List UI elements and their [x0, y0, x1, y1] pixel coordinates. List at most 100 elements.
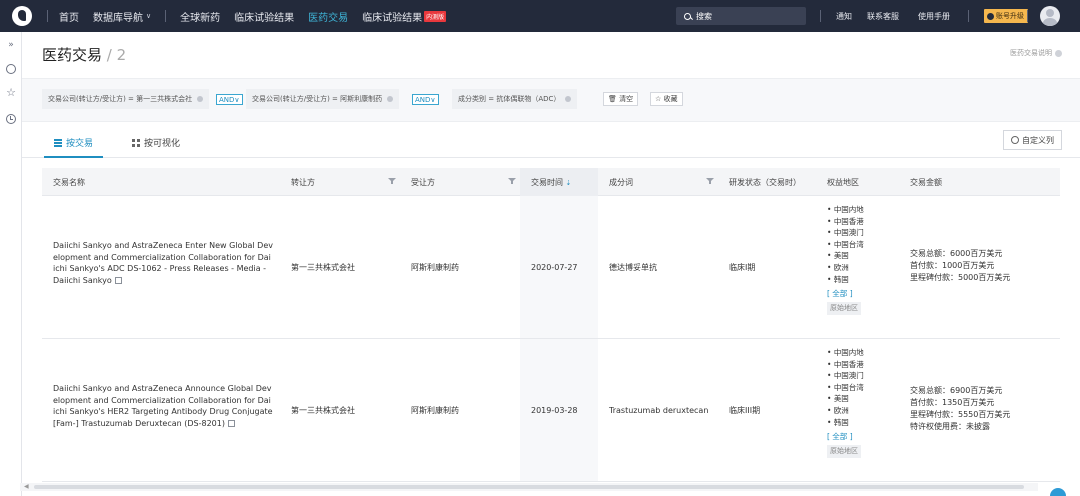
beta-badge: 内测版 [424, 10, 447, 22]
nav-item-trial-results[interactable]: 临床试验结果 [234, 9, 294, 24]
amount-line: 交易总额：6900百万美元 [910, 386, 1003, 395]
region-label: 中国澳门 [833, 371, 864, 381]
original-region-tag: 原始地区 [827, 444, 861, 459]
expand-icon[interactable]: » [6, 40, 16, 50]
help-link[interactable]: 医药交易说明 [1010, 48, 1062, 58]
tab-label: 按交易 [66, 139, 94, 149]
title-separator: / [102, 46, 117, 64]
custom-columns-label: 自定义列 [1022, 135, 1054, 145]
close-icon[interactable] [387, 96, 394, 102]
region-item: • 韩国 [827, 274, 849, 284]
col-header-date[interactable]: 交易时间 ⇣ [531, 177, 571, 188]
support-link[interactable]: 联系客服 [867, 11, 899, 22]
amount-line: 首付款：1000百万美元 [910, 261, 995, 270]
collect-button[interactable]: ☆ 收藏 [650, 92, 683, 106]
page-title: 医药交易 / 2 [42, 44, 126, 65]
filter-icon[interactable] [388, 177, 396, 185]
logo-icon[interactable] [12, 6, 32, 26]
amount-cell: 交易总额：6900百万美元 首付款：1350百万美元 里程碑付款：5550百万美… [910, 385, 1010, 433]
close-icon[interactable] [565, 96, 572, 102]
table-row[interactable]: Daiichi Sankyo and AstraZeneca Enter New… [42, 196, 1060, 339]
regions-cell: • 中国内地 • 中国香港 • 中国澳门 • 中国台湾 • 美国 • 欧洲 • … [827, 347, 864, 459]
amount-line: 里程碑付款：5550百万美元 [910, 410, 1011, 419]
chat-icon[interactable] [6, 64, 16, 74]
col-header-assignor[interactable]: 转让方 [291, 177, 315, 188]
external-link-icon[interactable] [227, 419, 235, 427]
gear-icon [1011, 136, 1019, 144]
filter-chip-label: 交易公司(转让方/受让方) = 阿斯利康制药 [252, 95, 383, 103]
clock-icon[interactable] [6, 114, 16, 124]
filter-chip-company-2[interactable]: 交易公司(转让方/受让方) = 阿斯利康制药 [246, 89, 400, 109]
deal-name-link[interactable]: Daiichi Sankyo and AstraZeneca Announce … [53, 383, 273, 429]
avatar[interactable] [1040, 6, 1060, 26]
tab-by-visual[interactable]: 按可视化 [132, 136, 180, 149]
filter-chip-category[interactable]: 成分类别 = 抗体偶联物（ADC） [452, 89, 578, 109]
external-link-icon[interactable] [114, 276, 122, 284]
region-item: • 美国 [827, 251, 849, 261]
manual-link[interactable]: 使用手册 [918, 11, 950, 22]
col-header-status[interactable]: 研发状态（交易时） [729, 177, 801, 188]
filter-icon[interactable] [706, 177, 714, 185]
date-cell: 2019-03-28 [531, 406, 578, 415]
collect-label: 收藏 [663, 95, 678, 103]
col-header-date-label: 交易时间 [531, 178, 563, 187]
col-header-ingredient[interactable]: 成分词 [609, 177, 633, 188]
table-row[interactable]: Daiichi Sankyo and AstraZeneca Announce … [42, 339, 1060, 482]
view-tabs: 按交易 按可视化 [22, 124, 1080, 158]
side-rail: » ☆ [0, 32, 22, 496]
star-icon[interactable]: ☆ [6, 87, 16, 98]
filter-icon[interactable] [508, 177, 516, 185]
nav-item-trial-results-beta[interactable]: 临床试验结果 内测版 [362, 9, 447, 24]
regions-cell: • 中国内地 • 中国香港 • 中国澳门 • 中国台湾 • 美国 • 欧洲 • … [827, 204, 864, 316]
upgrade-button[interactable]: 账号升级 [984, 9, 1028, 23]
col-header-regions[interactable]: 权益地区 [827, 177, 859, 188]
nav-item-home[interactable]: 首页 [59, 9, 79, 24]
region-label: 中国香港 [833, 359, 864, 369]
col-header-amount[interactable]: 交易金额 [910, 177, 942, 188]
clear-button[interactable]: 🗑 清空 [603, 92, 639, 106]
amount-line: 首付款：1350百万美元 [910, 398, 995, 407]
status-cell: 临床III期 [729, 406, 761, 415]
tab-by-deal[interactable]: 按交易 [43, 136, 104, 158]
region-label: 中国台湾 [833, 382, 864, 392]
logic-select[interactable]: AND∨ [216, 94, 243, 105]
help-icon [1055, 49, 1062, 57]
region-label: 欧洲 [833, 262, 849, 272]
logic-label: AND∨ [219, 95, 240, 104]
region-item: • 欧洲 [827, 405, 849, 415]
scroll-left-icon[interactable]: ◀ [24, 483, 29, 490]
filter-bar: 交易公司(转让方/受让方) = 第一三共株式会社 AND∨ 交易公司(转让方/受… [22, 78, 1080, 122]
logic-select[interactable]: AND∨ [412, 94, 439, 105]
filter-chip-company-1[interactable]: 交易公司(转让方/受让方) = 第一三共株式会社 [42, 89, 210, 109]
result-count: 2 [116, 46, 127, 64]
search-icon [684, 12, 691, 20]
show-all-regions-link[interactable]: [ 全部 ] [827, 431, 864, 443]
show-all-regions-link[interactable]: [ 全部 ] [827, 288, 864, 300]
custom-columns-button[interactable]: 自定义列 [1003, 130, 1062, 150]
region-label: 欧洲 [833, 405, 849, 415]
nav-item-label: 全球新药 [180, 12, 221, 24]
notifications-link[interactable]: 通知 [836, 11, 852, 22]
sort-icon[interactable]: ⇣ [566, 179, 572, 187]
nav-item-label: 医药交易 [308, 12, 349, 24]
scrollbar-thumb[interactable] [34, 485, 1024, 489]
main-content: 医药交易 / 2 医药交易说明 交易公司(转让方/受让方) = 第一三共株式会社… [22, 32, 1080, 496]
deals-table: 交易名称 转让方 受让方 交易时间 ⇣ 成分词 研发状态（交易时） 权益地区 交… [42, 168, 1060, 482]
horizontal-scrollbar[interactable]: ◀ [20, 483, 1038, 491]
nav-divider [165, 10, 167, 22]
top-nav: 首页 数据库导航 ∨ 全球新药 临床试验结果 医药交易 临床试验结果 内测版 搜索 … [0, 0, 1080, 32]
col-header-assignee[interactable]: 受让方 [411, 177, 435, 188]
search-input[interactable]: 搜索 [676, 7, 806, 25]
amount-line: 里程碑付款：5000百万美元 [910, 273, 1011, 282]
deal-name-link[interactable]: Daiichi Sankyo and AstraZeneca Enter New… [53, 240, 273, 286]
nav-item-global-drugs[interactable]: 全球新药 [180, 9, 220, 24]
nav-item-deals[interactable]: 医药交易 [308, 9, 348, 24]
clear-label: 清空 [619, 95, 634, 103]
region-label: 韩国 [833, 417, 849, 427]
nav-item-db-nav[interactable]: 数据库导航 ∨ [93, 9, 151, 24]
region-item: • 中国台湾 [827, 239, 864, 249]
close-icon[interactable] [197, 96, 204, 102]
ingredient-cell: Trastuzumab deruxtecan [609, 406, 709, 415]
col-header-name[interactable]: 交易名称 [53, 177, 85, 188]
search-placeholder: 搜索 [696, 11, 712, 21]
